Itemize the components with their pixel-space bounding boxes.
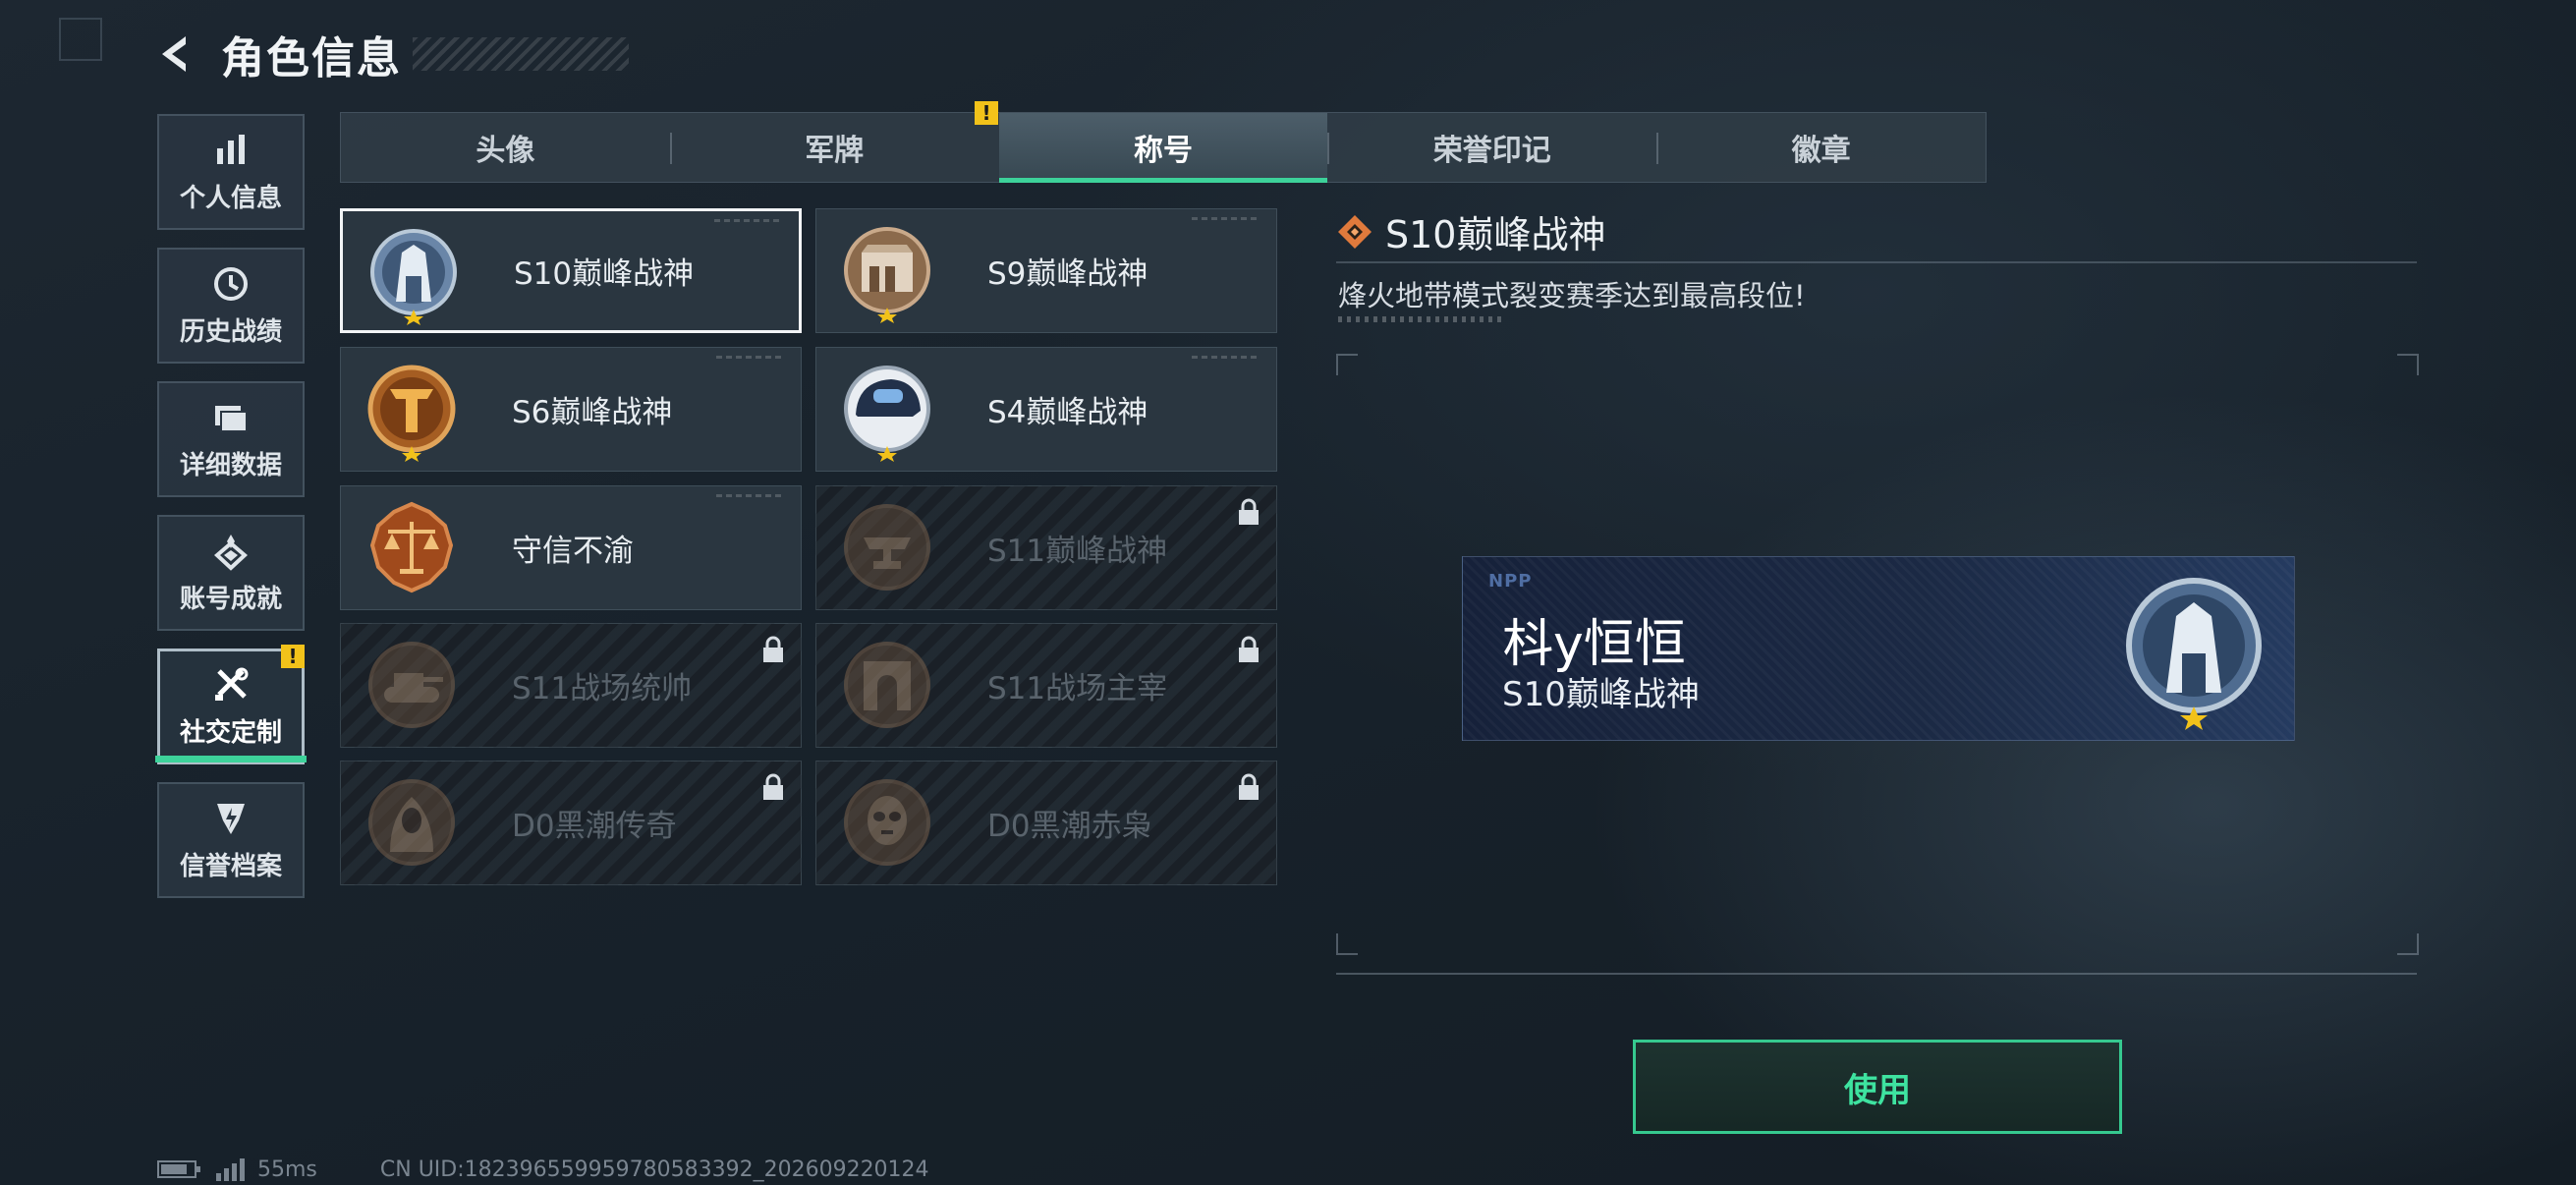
detail-divider <box>1336 261 2417 263</box>
sidebar-item-label: 社交定制 <box>179 717 282 748</box>
tools-icon <box>215 667 249 701</box>
title-card-d0-black-tide-legend[interactable]: D0黑潮传奇 <box>340 761 802 885</box>
hooded-figure-emblem <box>368 779 455 866</box>
anvil-emblem <box>844 504 930 591</box>
detail-title: S10巅峰战神 <box>1385 213 1606 256</box>
title-card-label: 守信不渝 <box>512 534 634 569</box>
detail-header: S10巅峰战神 <box>1336 204 1605 258</box>
title-card-label: S11战场主宰 <box>987 671 1168 706</box>
tab-dog-tag[interactable]: 军牌 <box>669 113 999 182</box>
title-card-s11-battlefield-ruler[interactable]: S11战场主宰 <box>815 623 1277 748</box>
sidebar-active-indicator <box>155 756 307 762</box>
sidebar-item-match-history[interactable]: 历史战绩 <box>157 248 305 364</box>
gold-t-emblem <box>367 365 456 462</box>
title-card-keep-faith[interactable]: 守信不渝 <box>340 485 802 610</box>
silver-tower-emblem <box>370 229 457 325</box>
lock-icon <box>763 636 783 662</box>
preview-player-name: 枓y恒恒 <box>1502 615 1686 674</box>
title-card-s11-peak-war-god[interactable]: S11巅峰战神 <box>815 485 1277 610</box>
lock-icon <box>763 773 783 800</box>
use-title-button[interactable]: 使用 <box>1633 1040 2122 1134</box>
frame-corner <box>1336 933 1358 955</box>
page-header: 角色信息 <box>152 20 402 88</box>
skull-mask-emblem <box>844 779 930 866</box>
bar-chart-icon <box>217 134 245 164</box>
card-decoration <box>716 356 785 359</box>
sidebar-item-credit-profile[interactable]: 信誉档案 <box>157 782 305 898</box>
frame-corner <box>2397 354 2419 375</box>
tab-honor-mark[interactable]: 荣誉印记 <box>1327 113 1656 182</box>
title-preview-banner: NPP 枓y恒恒 S10巅峰战神 <box>1462 556 2295 741</box>
silver-tower-emblem <box>2126 578 2262 730</box>
card-decoration <box>1192 217 1260 220</box>
title-card-label: S10巅峰战神 <box>514 256 695 292</box>
lock-icon <box>1239 773 1259 800</box>
title-card-s10-peak-war-god[interactable]: S10巅峰战神 <box>340 208 802 333</box>
frame-corner <box>2397 933 2419 955</box>
title-card-label: S11战场统帅 <box>512 671 693 706</box>
detail-description: 烽火地带模式裂变赛季达到最高段位! <box>1338 279 1806 312</box>
sidebar-item-label: 历史战绩 <box>179 316 282 347</box>
status-bar: 55ms CN UID:182396559959780583392_202609… <box>157 1156 929 1183</box>
title-card-label: S9巅峰战神 <box>987 256 1148 292</box>
banner-brand-mark: NPP <box>1488 571 1533 592</box>
frame-corner <box>1336 354 1358 375</box>
title-card-s11-battlefield-commander[interactable]: S11战场统帅 <box>340 623 802 748</box>
alert-badge: ! <box>281 645 305 668</box>
card-decoration <box>1192 356 1260 359</box>
preview-frame-line <box>1336 973 2417 975</box>
title-card-label: D0黑潮传奇 <box>512 809 677 844</box>
helmet-emblem <box>844 366 930 462</box>
header-hatch-decoration <box>413 37 629 71</box>
network-ping: 55ms <box>257 1157 317 1182</box>
page-title: 角色信息 <box>221 33 402 84</box>
card-decoration <box>714 219 783 222</box>
lock-icon <box>1239 636 1259 662</box>
title-card-label: S11巅峰战神 <box>987 534 1168 569</box>
sidebar-item-label: 账号成就 <box>179 584 282 614</box>
detail-dots-decoration <box>1338 316 1505 322</box>
sidebar-item-label: 详细数据 <box>179 450 282 480</box>
card-decoration <box>716 494 785 497</box>
title-diamond-icon <box>1338 214 1372 249</box>
tab-title[interactable]: 称号 <box>998 113 1328 183</box>
tab-avatar[interactable]: 头像 <box>341 113 670 182</box>
achievement-icon <box>213 534 249 571</box>
history-icon <box>214 266 248 301</box>
hud-corner-decoration <box>59 18 102 61</box>
signal-strength-icon <box>216 1158 245 1181</box>
credit-shield-icon <box>217 803 245 834</box>
title-card-label: S6巅峰战神 <box>512 395 673 430</box>
player-uid: CN UID:182396559959780583392_20260922012… <box>379 1157 929 1182</box>
sidebar-item-detailed-data[interactable]: 详细数据 <box>157 381 305 497</box>
back-arrow-icon[interactable] <box>152 30 199 78</box>
sidebar-item-label: 个人信息 <box>179 183 282 213</box>
folder-icon <box>215 405 248 432</box>
preview-title-name: S10巅峰战神 <box>1502 675 1700 714</box>
title-card-label: S4巅峰战神 <box>987 395 1148 430</box>
battery-icon <box>157 1160 200 1178</box>
sidebar-item-achievements[interactable]: 账号成就 <box>157 515 305 631</box>
sidebar-item-personal-info[interactable]: 个人信息 <box>157 114 305 230</box>
alert-badge: ! <box>975 101 998 125</box>
arch-emblem <box>844 642 930 728</box>
sidebar-item-label: 信誉档案 <box>179 851 282 881</box>
title-card-s9-peak-war-god[interactable]: S9巅峰战神 <box>815 208 1277 333</box>
tab-badge[interactable]: 徽章 <box>1656 113 1986 182</box>
title-category-tabs: 头像 军牌 称号 荣誉印记 徽章 <box>340 112 1987 183</box>
title-card-s6-peak-war-god[interactable]: S6巅峰战神 <box>340 347 802 472</box>
tank-emblem <box>368 642 455 728</box>
scales-emblem <box>369 501 454 593</box>
lock-icon <box>1239 498 1259 525</box>
title-card-label: D0黑潮赤枭 <box>987 809 1152 844</box>
title-card-d0-black-tide-red-owl[interactable]: D0黑潮赤枭 <box>815 761 1277 885</box>
title-card-s4-peak-war-god[interactable]: S4巅峰战神 <box>815 347 1277 472</box>
bronze-fortress-emblem <box>844 227 930 323</box>
